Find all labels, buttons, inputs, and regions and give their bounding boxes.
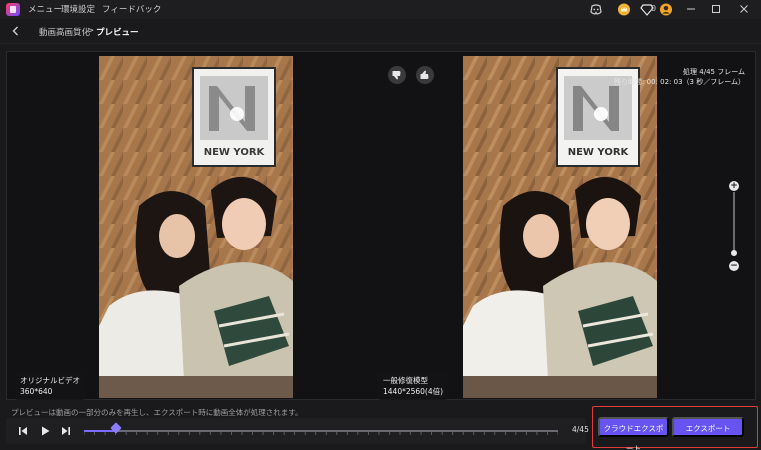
play-icon[interactable]	[38, 424, 52, 438]
enhanced-video-frame: NEW YORK	[463, 56, 657, 398]
remaining-time: 残り時間: 00: 02: 03（3 秒／フレーム）	[614, 78, 745, 86]
minimize-icon[interactable]	[684, 2, 698, 16]
title-bar: メニュー 環境設定 フィードバック 0	[0, 0, 761, 19]
processing-frames: 処理 4/45 フレーム	[683, 68, 745, 76]
cloud-export-button[interactable]: クラウドエクスポート	[598, 417, 669, 450]
original-video-label: オリジナルビデオ 360*640	[15, 372, 85, 400]
enhanced-model-title: 一般修復模型	[383, 376, 428, 385]
enhanced-model-label: 一般修復模型 1440*2560(4倍)	[378, 372, 449, 400]
thumbs-up-icon	[420, 70, 429, 79]
timeline-ticks	[84, 432, 558, 435]
avatar-icon[interactable]	[659, 3, 673, 16]
export-button[interactable]: エクスポート	[672, 417, 744, 437]
original-video-title: オリジナルビデオ	[20, 376, 80, 385]
zoom-slider[interactable]	[733, 192, 735, 255]
thumbs-down-button[interactable]	[388, 66, 406, 84]
app-logo-icon	[6, 3, 20, 16]
zoom-in-icon[interactable]: +	[729, 181, 739, 191]
breadcrumb-bar: 動画高画質化 > プレビュー	[0, 19, 761, 44]
crown-icon[interactable]	[617, 3, 631, 16]
enhanced-model-size: 1440*2560(4倍)	[383, 387, 444, 396]
thumbs-up-button[interactable]	[416, 66, 434, 84]
preview-notice: プレビューは動画の一部分のみを再生し、エクスポート時に動画全体が処理されます。	[11, 408, 303, 417]
back-arrow-icon[interactable]	[9, 24, 23, 38]
menu-item-menu[interactable]: メニュー	[28, 3, 62, 15]
frame-counter: 4/45	[572, 425, 589, 434]
maximize-icon[interactable]	[709, 2, 723, 16]
next-frame-icon[interactable]	[59, 424, 73, 438]
original-video-size: 360*640	[20, 387, 53, 396]
menu-item-feedback[interactable]: フィードバック	[102, 3, 161, 15]
thumbs-down-icon	[392, 71, 401, 80]
zoom-out-icon[interactable]: −	[729, 261, 739, 271]
discord-icon[interactable]	[589, 3, 603, 16]
breadcrumb-current: プレビュー	[96, 28, 139, 38]
breadcrumb-separator: >	[87, 26, 95, 36]
poster-text: NEW YORK	[204, 147, 266, 158]
menu-item-preferences[interactable]: 環境設定	[61, 3, 95, 15]
prev-frame-icon[interactable]	[16, 424, 30, 438]
poster-text: NEW YORK	[568, 147, 630, 158]
close-icon[interactable]	[737, 2, 751, 16]
breadcrumb-parent[interactable]: 動画高画質化	[39, 26, 90, 38]
original-video-frame: NEW YORK	[99, 56, 293, 398]
credits-count: 0	[651, 4, 657, 13]
zoom-slider-handle[interactable]	[731, 250, 737, 256]
